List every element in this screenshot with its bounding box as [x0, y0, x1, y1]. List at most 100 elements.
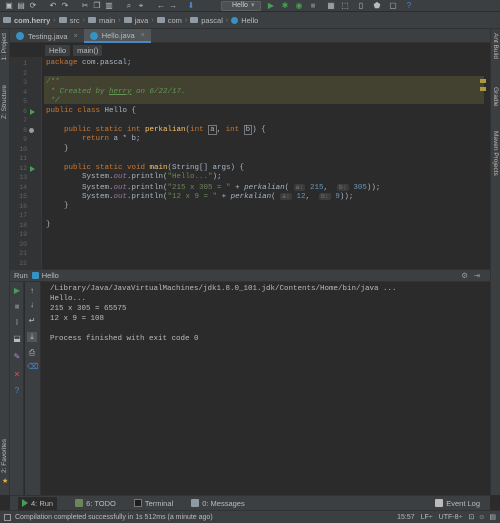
dump-threads-icon[interactable]: ⬓: [12, 334, 22, 344]
nav-crumb-com[interactable]: com ›: [156, 16, 187, 25]
gradle-tool-button[interactable]: Gradle: [492, 87, 499, 107]
help-icon[interactable]: ?: [404, 1, 414, 11]
avd-manager-icon[interactable]: ▯: [356, 1, 366, 11]
cut-icon[interactable]: ✂: [80, 1, 90, 11]
run-class-gutter-icon[interactable]: [30, 109, 35, 115]
print-icon[interactable]: ⎙: [27, 348, 37, 358]
warning-marker[interactable]: [480, 87, 486, 91]
android-icon[interactable]: ⬟: [372, 1, 382, 11]
code-line-16: }: [64, 201, 69, 210]
stop-icon[interactable]: ■: [12, 302, 22, 312]
pause-icon[interactable]: ‖: [12, 318, 22, 328]
file-encoding[interactable]: UTF-8÷: [439, 514, 463, 521]
folder-icon: [58, 17, 67, 23]
line-number: 5: [23, 98, 27, 105]
status-message[interactable]: Compilation completed successfully in 1s…: [15, 514, 213, 521]
warning-marker[interactable]: [480, 79, 486, 83]
hide-panel-icon[interactable]: ⇥: [474, 271, 480, 280]
breadcrumb-class[interactable]: Hello: [45, 45, 71, 56]
line-number: 17: [19, 212, 27, 219]
forward-icon[interactable]: →: [168, 1, 178, 11]
pin-tab-icon[interactable]: ✎: [12, 352, 22, 362]
device-monitor-icon[interactable]: ▢: [388, 1, 398, 11]
soft-wrap-icon[interactable]: ↵: [27, 316, 37, 326]
help-icon[interactable]: ?: [12, 386, 22, 396]
project-tool-button[interactable]: 1: Project: [1, 33, 8, 60]
up-arrow-icon[interactable]: ↑: [27, 286, 37, 296]
lock-icon[interactable]: ⊡: [468, 513, 474, 521]
code-line-12: public static void main(String[] args) {: [64, 163, 245, 172]
line-number: 10: [19, 145, 27, 153]
run-config-label[interactable]: Hello: [42, 271, 59, 280]
ant-build-tool-button[interactable]: Ant Build: [492, 33, 499, 59]
run-main-gutter-icon[interactable]: [30, 166, 35, 172]
debug-icon[interactable]: ✱: [280, 1, 290, 11]
line-number: 2: [23, 69, 27, 77]
nav-crumb-main[interactable]: main ›: [87, 16, 121, 25]
tab-run[interactable]: 4: Run: [18, 496, 58, 510]
code-line-8: public static int perkalian(int a, int b…: [64, 124, 266, 135]
line-number: 6: [23, 107, 27, 115]
tab-testing-java[interactable]: Testing.java ×: [10, 29, 84, 43]
run-config-select[interactable]: Hello ▾: [221, 1, 261, 11]
event-icon[interactable]: ▤: [489, 513, 496, 521]
inspector-icon[interactable]: ☺: [478, 514, 485, 521]
caret-position[interactable]: 15:57: [397, 514, 415, 521]
settings-gear-icon[interactable]: ⚙: [461, 271, 468, 280]
redo-icon[interactable]: ↷: [60, 1, 70, 11]
scroll-to-end-icon[interactable]: ⤓: [27, 332, 37, 342]
back-icon[interactable]: ←: [156, 1, 166, 11]
favorites-tool-button[interactable]: 2: Favorites: [1, 439, 8, 473]
paste-icon[interactable]: ▥: [104, 1, 114, 11]
close-icon[interactable]: ×: [141, 32, 145, 39]
tab-todo[interactable]: 6: TODO: [75, 499, 116, 508]
star-icon: ★: [2, 478, 9, 485]
tab-messages[interactable]: 0: Messages: [191, 499, 245, 508]
toggle-tool-windows-icon[interactable]: [4, 513, 11, 521]
close-run-icon[interactable]: ✕: [12, 370, 22, 380]
nav-crumb-src[interactable]: src ›: [58, 16, 85, 25]
stop-icon[interactable]: ■: [308, 1, 318, 11]
open-folder-icon[interactable]: ▣: [4, 1, 14, 11]
code-line-14: System.out.println("215 x 305 = " + perk…: [82, 183, 381, 192]
todo-icon: [75, 499, 84, 507]
navigation-bar: com.herry › src › main › java › com › pascal ›…: [0, 12, 500, 29]
run-panel-title: Run: [14, 271, 28, 280]
project-structure-icon[interactable]: ▦: [326, 1, 336, 11]
code-line-13: System.out.println("Hello...");: [82, 173, 222, 181]
tab-event-log[interactable]: Event Log: [435, 499, 480, 508]
line-number: 22: [19, 259, 27, 267]
close-icon[interactable]: ×: [74, 33, 78, 40]
nav-crumb-java[interactable]: java ›: [123, 16, 154, 25]
replace-icon[interactable]: ⌖: [136, 1, 146, 11]
sync-icon[interactable]: ⟳: [28, 1, 38, 11]
nav-crumb-hello[interactable]: Hello: [231, 16, 258, 25]
breakpoint-icon[interactable]: [29, 127, 34, 133]
find-icon[interactable]: ⌕: [124, 1, 134, 11]
sdk-manager-icon[interactable]: ⬚: [340, 1, 350, 11]
messages-icon: [191, 499, 200, 507]
nav-crumb-pascal[interactable]: pascal ›: [190, 16, 228, 25]
clear-all-icon[interactable]: ⌫: [27, 362, 38, 372]
breadcrumb-method[interactable]: main(): [73, 45, 103, 56]
rerun-icon[interactable]: ▶: [12, 286, 22, 296]
build-icon[interactable]: ⬇: [186, 1, 196, 11]
nav-crumb-project[interactable]: com.herry ›: [3, 16, 56, 25]
tab-terminal[interactable]: Terminal: [133, 499, 173, 508]
save-icon[interactable]: ▤: [16, 1, 26, 11]
line-number: 12: [19, 164, 27, 172]
code-editor[interactable]: 1 2 3 4 5 6 7 8 9 10 11 12 13 14 15 16 1…: [10, 57, 490, 269]
tab-hello-java[interactable]: Hello.java ×: [83, 29, 151, 43]
undo-icon[interactable]: ↶: [48, 1, 58, 11]
down-arrow-icon[interactable]: ↓: [27, 300, 37, 310]
run-icon[interactable]: ▶: [266, 1, 276, 11]
structure-tool-button[interactable]: Z: Structure: [1, 85, 8, 119]
main-toolbar: ▣ ▤ ⟳ ↶ ↷ ✂ ❐ ▥ ⌕ ⌖ ← → ⬇ Hello ▾ ▶ ✱ ◉ ■…: [0, 0, 500, 12]
line-number: 9: [23, 136, 27, 143]
coverage-icon[interactable]: ◉: [294, 1, 304, 11]
copy-icon[interactable]: ❐: [92, 1, 102, 11]
line-number: 19: [19, 231, 27, 238]
folder-icon: [3, 17, 11, 23]
maven-projects-tool-button[interactable]: Maven Projects: [492, 131, 499, 176]
line-separator[interactable]: LF÷: [421, 514, 433, 521]
